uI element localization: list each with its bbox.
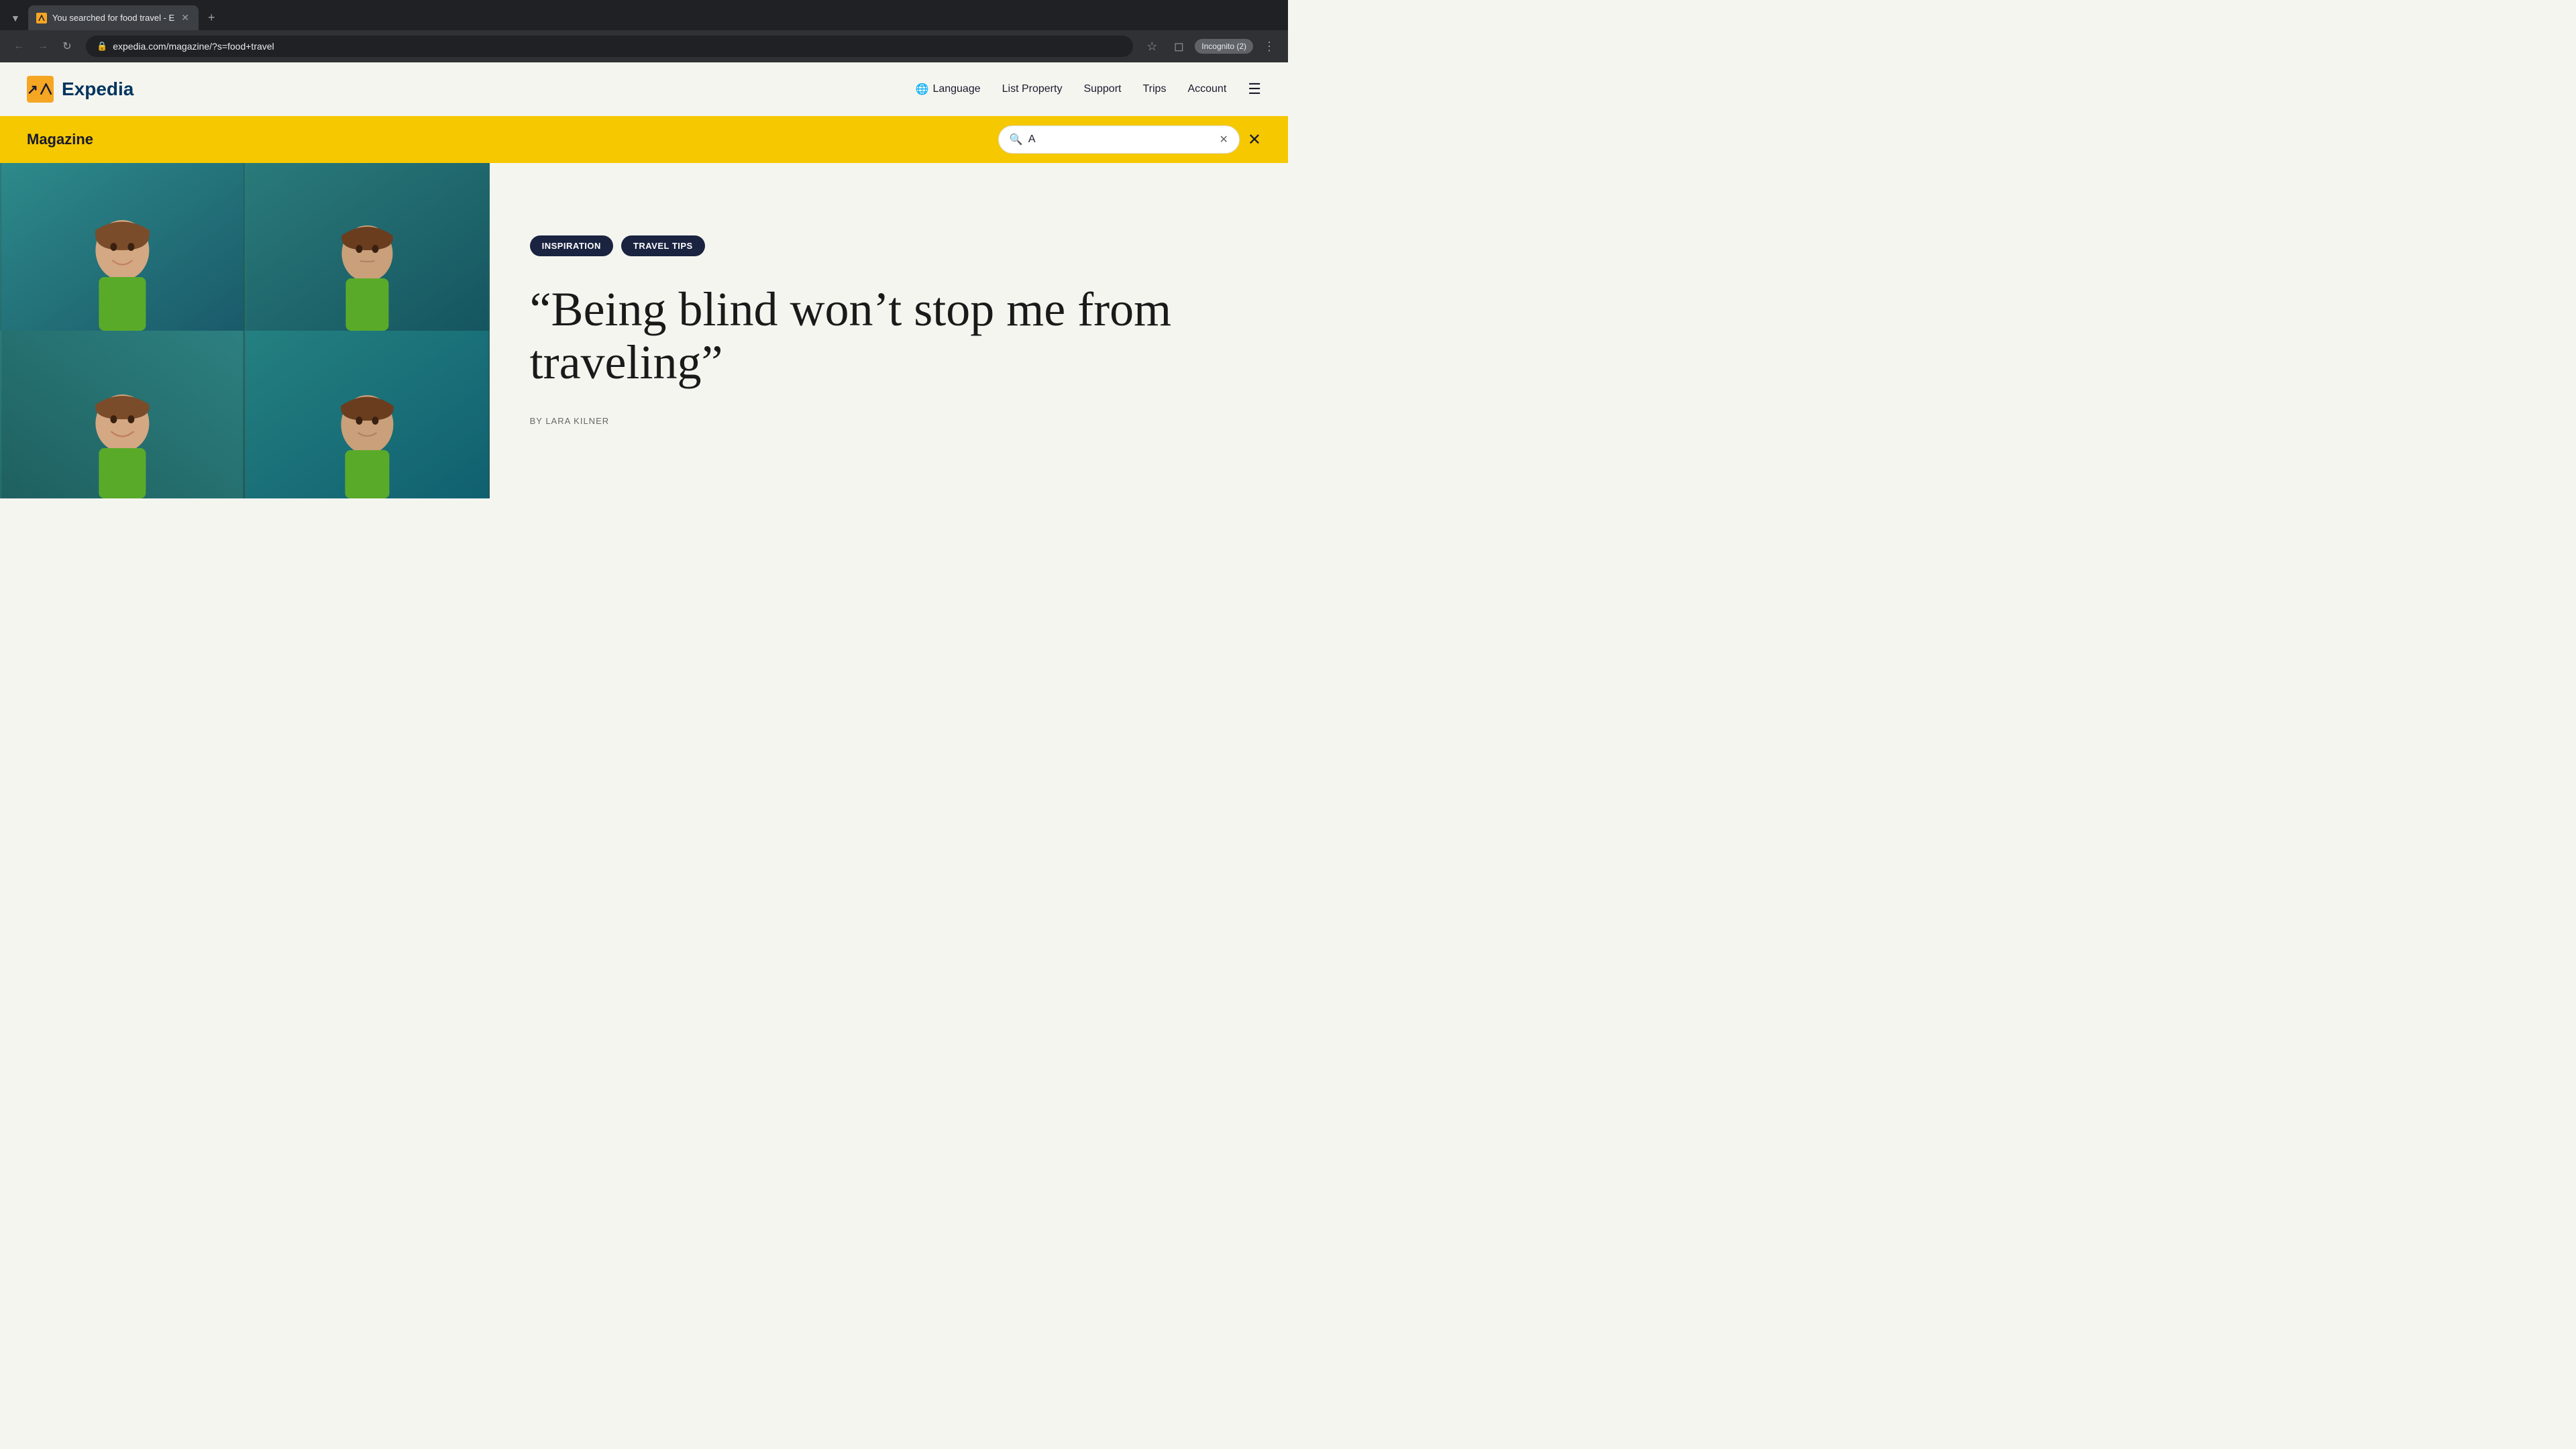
support-link[interactable]: Support — [1083, 83, 1121, 95]
globe-icon: 🌐 — [916, 83, 929, 96]
browser-chrome: ▼ You searched for food travel - E ✕ + ←… — [0, 0, 1288, 62]
article-tags: INSPIRATION TRAVEL TIPS — [530, 235, 1248, 256]
website: Expedia 🌐 Language List Property Support… — [0, 62, 1288, 498]
hero-image-grid — [0, 163, 490, 498]
travel-tips-tag[interactable]: TRAVEL TIPS — [621, 235, 705, 256]
search-input[interactable]: A — [1028, 133, 1214, 146]
bookmark-button[interactable]: ☆ — [1141, 36, 1163, 57]
article-content: INSPIRATION TRAVEL TIPS “Being blind won… — [490, 163, 1288, 498]
search-container: 🔍 A ✕ ✕ — [998, 125, 1261, 154]
tab-close-button[interactable]: ✕ — [180, 11, 191, 25]
hero-image-1 — [0, 163, 245, 331]
reload-button[interactable]: ↻ — [56, 36, 78, 57]
tab-dropdown-button[interactable]: ▼ — [5, 10, 25, 26]
language-link[interactable]: 🌐 Language — [916, 83, 981, 96]
tab-bar: ▼ You searched for food travel - E ✕ + — [0, 0, 1288, 30]
language-label: Language — [932, 83, 980, 95]
security-icon: 🔒 — [97, 41, 107, 52]
browser-nav-buttons: ← → ↻ — [8, 36, 78, 57]
forward-button[interactable]: → — [32, 36, 54, 57]
search-close-button[interactable]: ✕ — [1248, 130, 1261, 150]
magazine-title: Magazine — [27, 131, 93, 148]
account-label: Account — [1187, 83, 1226, 95]
incognito-button[interactable]: Incognito (2) — [1195, 39, 1253, 54]
hero-image-4 — [245, 331, 490, 498]
sidebar-button[interactable]: ◻ — [1168, 36, 1189, 57]
new-tab-button[interactable]: + — [201, 7, 222, 29]
hero-section: INSPIRATION TRAVEL TIPS “Being blind won… — [0, 163, 1288, 498]
list-property-label: List Property — [1002, 83, 1063, 95]
hamburger-menu-icon[interactable]: ☰ — [1248, 80, 1261, 98]
inspiration-tag[interactable]: INSPIRATION — [530, 235, 613, 256]
logo-icon — [27, 76, 54, 103]
back-button[interactable]: ← — [8, 36, 30, 57]
magazine-bar: Magazine 🔍 A ✕ ✕ — [0, 116, 1288, 163]
url-text: expedia.com/magazine/?s=food+travel — [113, 41, 1122, 52]
chrome-menu-button[interactable]: ⋮ — [1258, 36, 1280, 57]
url-bar[interactable]: 🔒 expedia.com/magazine/?s=food+travel — [86, 36, 1133, 57]
trips-label: Trips — [1142, 83, 1166, 95]
address-bar: ← → ↻ 🔒 expedia.com/magazine/?s=food+tra… — [0, 30, 1288, 62]
article-headline: “Being blind won’t stop me from travelin… — [530, 283, 1248, 389]
tab-favicon — [36, 13, 47, 23]
article-byline: BY LARA KILNER — [530, 416, 1248, 426]
site-navigation: Expedia 🌐 Language List Property Support… — [0, 62, 1288, 116]
account-link[interactable]: Account — [1187, 83, 1226, 95]
list-property-link[interactable]: List Property — [1002, 83, 1063, 95]
support-label: Support — [1083, 83, 1121, 95]
address-bar-right: ☆ ◻ Incognito (2) ⋮ — [1141, 36, 1280, 57]
search-clear-button[interactable]: ✕ — [1219, 133, 1228, 146]
nav-links: 🌐 Language List Property Support Trips A… — [916, 80, 1261, 98]
search-icon: 🔍 — [1010, 133, 1023, 146]
hero-image-3 — [0, 331, 245, 498]
search-box[interactable]: 🔍 A ✕ — [998, 125, 1240, 154]
expedia-logo[interactable]: Expedia — [27, 76, 133, 103]
logo-text: Expedia — [62, 78, 133, 100]
hero-image-2 — [245, 163, 490, 331]
active-tab[interactable]: You searched for food travel - E ✕ — [28, 5, 199, 30]
tab-title: You searched for food travel - E — [52, 13, 174, 23]
trips-link[interactable]: Trips — [1142, 83, 1166, 95]
